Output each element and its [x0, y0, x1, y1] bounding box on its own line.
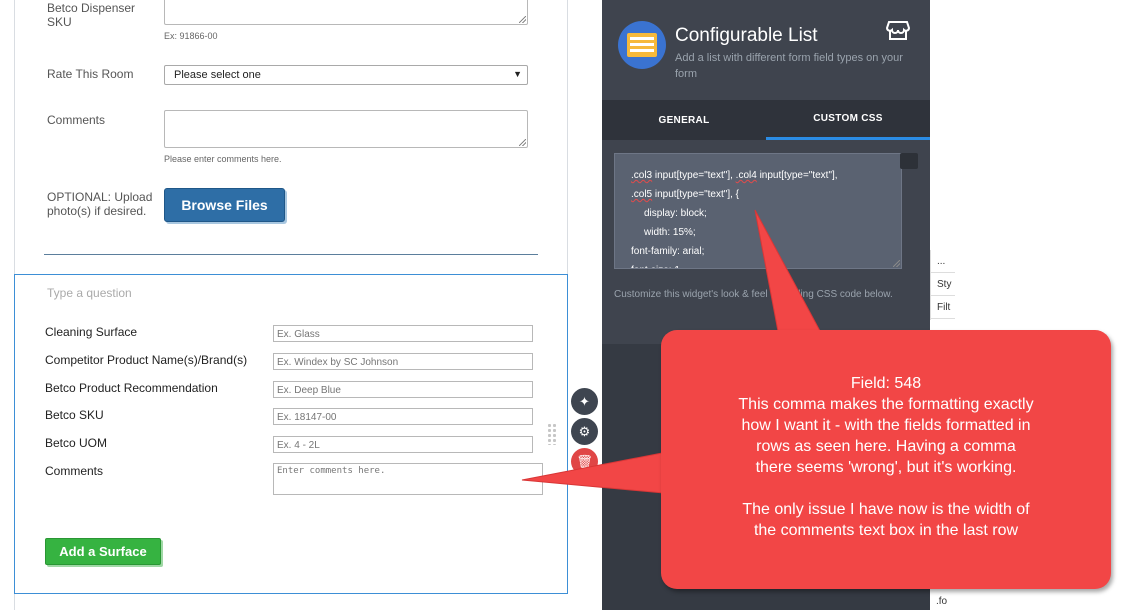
callout-line: The only issue I have now is the width o…: [742, 501, 1030, 518]
callout-line: rows as seen here. Having a comma: [756, 438, 1016, 455]
callout-title: Field: 548: [850, 375, 922, 392]
callout-line: This comma makes the formatting exactly: [738, 396, 1034, 413]
callout-line: there seems 'wrong', but it's working.: [755, 459, 1017, 476]
callout-line: the comments text box in the last row: [753, 522, 1019, 539]
callout-line: how I want it - with the fields formatte…: [741, 417, 1031, 434]
annotation-callout: Field: 548 This comma makes the formatti…: [661, 330, 1111, 589]
